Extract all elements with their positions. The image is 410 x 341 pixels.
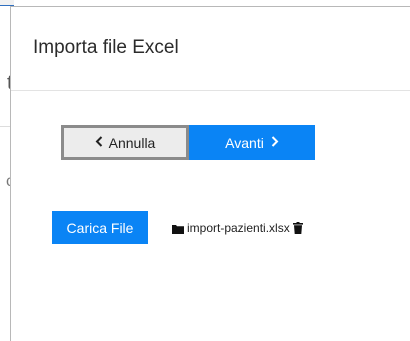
next-button[interactable]: Avanti xyxy=(189,125,315,160)
next-button-label: Avanti xyxy=(225,134,264,151)
upload-row: Carica File import-pazienti.xlsx xyxy=(52,211,303,244)
import-dialog: Importa file Excel Annulla Avanti Carica… xyxy=(10,6,410,341)
cancel-button[interactable]: Annulla xyxy=(61,125,189,160)
dialog-header: Importa file Excel xyxy=(11,7,410,91)
file-name: import-pazienti.xlsx xyxy=(187,220,290,235)
wizard-navigation: Annulla Avanti xyxy=(61,125,315,160)
chevron-left-icon xyxy=(95,135,103,150)
chevron-right-icon xyxy=(271,135,279,150)
upload-file-button[interactable]: Carica File xyxy=(52,211,148,244)
folder-icon xyxy=(172,223,184,234)
screen: t c Importa file Excel Annulla Avanti xyxy=(0,0,410,341)
dialog-title: Importa file Excel xyxy=(33,37,179,58)
upload-file-button-label: Carica File xyxy=(66,219,134,236)
cancel-button-label: Annulla xyxy=(108,134,156,151)
trash-icon[interactable] xyxy=(292,221,303,234)
selected-file: import-pazienti.xlsx xyxy=(172,221,303,235)
